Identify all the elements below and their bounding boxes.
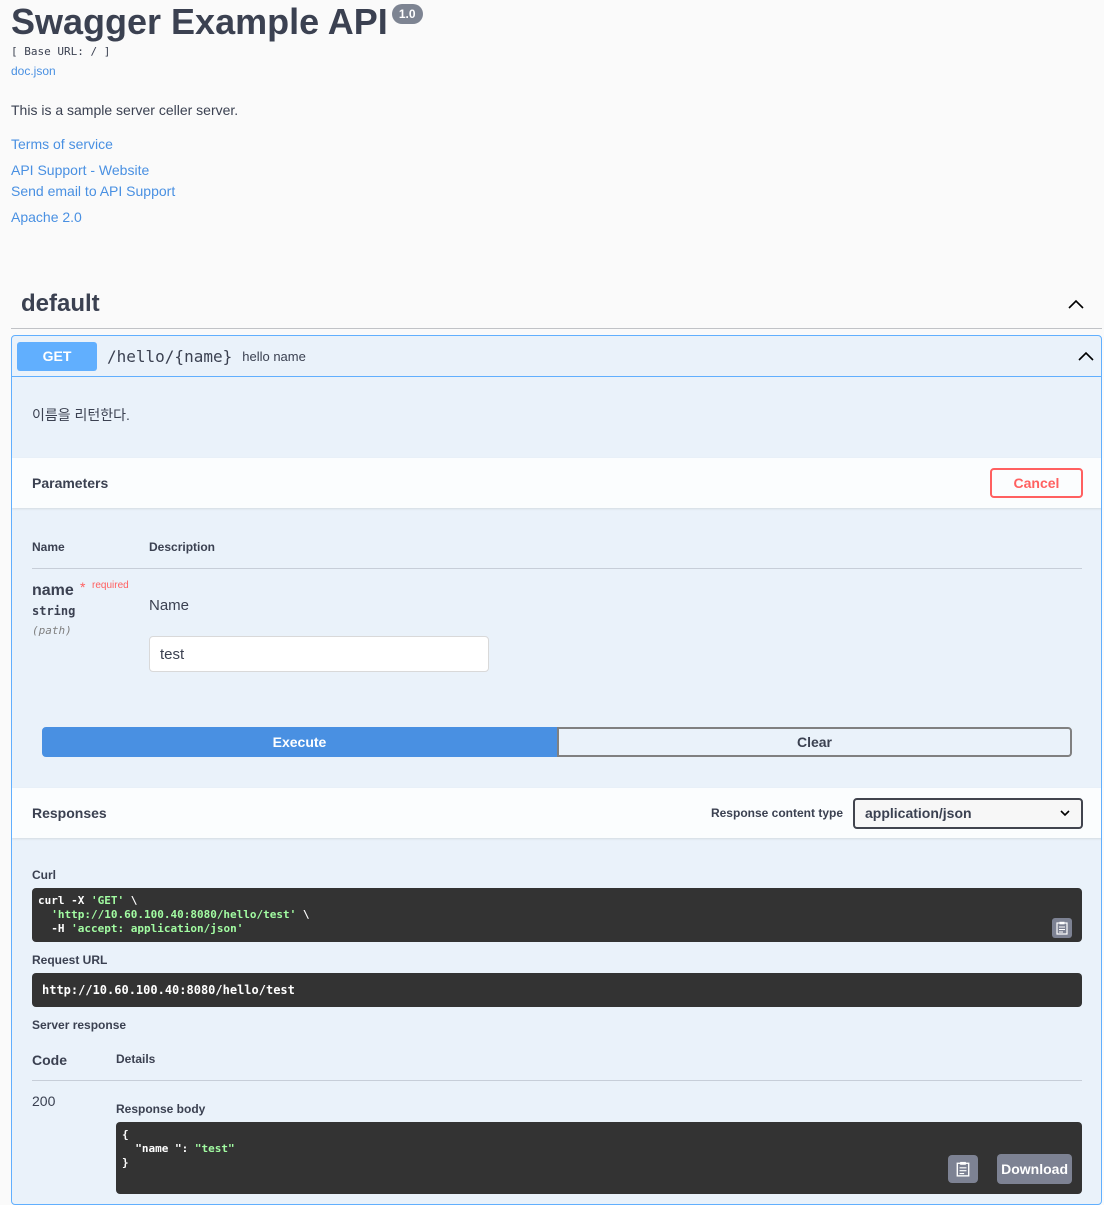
content-type-value: application/json [865,805,972,821]
body-line: "name ": "test" [122,1142,235,1155]
curl-line: 'http://10.60.100.40:8080/hello/test' \ [51,908,310,921]
chevron-down-icon [1060,810,1070,817]
curl-label: Curl [32,868,56,882]
opblock-get-hello: GET /hello/{name} hello name 이름을 리턴한다. P… [11,335,1102,1205]
response-body-label: Response body [116,1102,206,1116]
support-website-link[interactable]: API Support - Website [11,160,149,180]
response-body: { "name ": "test" } Download [116,1122,1082,1194]
col-description-header: Description [149,540,216,554]
body-line: { [122,1128,129,1141]
info-section: Swagger Example API 1.0 [ Base URL: / ] … [11,0,1091,79]
api-description: This is a sample server celler server. [11,102,239,118]
parameters-header: Parameters Cancel [12,458,1101,508]
tag-header-default[interactable]: default [11,280,1102,329]
name-param-input[interactable] [149,636,489,672]
base-url: [ Base URL: / ] [11,45,111,58]
chevron-up-icon[interactable] [1076,346,1096,366]
param-name: name [32,582,74,599]
content-type-label: Response content type [710,806,843,820]
curl-code: curl -X 'GET' \ 'http://10.60.100.40:808… [32,888,1082,942]
request-url: http://10.60.100.40:8080/hello/test [32,973,1082,1007]
clipboard-icon [956,1161,970,1177]
param-description: Name [149,597,190,614]
required-label: required [92,580,129,591]
operation-summary: hello name [242,348,306,364]
response-table-header: Code Details [32,1048,1082,1081]
download-button[interactable]: Download [997,1154,1072,1184]
curl-line: -H 'accept: application/json' [38,922,244,935]
request-url-label: Request URL [32,953,108,967]
param-type: string [32,604,76,618]
cancel-button[interactable]: Cancel [990,468,1083,498]
parameters-title: Parameters [32,475,109,491]
operation-description: 이름을 리턴한다. [32,407,130,423]
doc-json-link[interactable]: doc.json [11,63,1091,79]
tag-title: default [21,290,100,317]
body-line: } [122,1156,129,1169]
server-response-label: Server response [32,1018,127,1032]
execute-wrapper: Execute Clear [42,727,1072,757]
chevron-up-icon[interactable] [1066,294,1086,314]
version-badge: 1.0 [391,4,423,24]
api-title: Swagger Example API [11,1,388,42]
copy-to-clipboard-button[interactable] [1052,918,1072,938]
clear-button[interactable]: Clear [557,727,1072,757]
responses-title: Responses [32,805,107,821]
terms-link[interactable]: Terms of service [11,134,113,154]
param-in: (path) [32,624,72,637]
details-header: Details [116,1052,156,1066]
responses-header: Responses Response content type applicat… [12,788,1101,838]
support-email-link[interactable]: Send email to API Support [11,181,175,201]
parameters-table-header: Name Description [32,532,1082,569]
copy-to-clipboard-button[interactable] [948,1155,978,1183]
license-link[interactable]: Apache 2.0 [11,207,82,227]
content-type-wrapper: Response content type application/json [710,797,1083,829]
col-name-header: Name [32,540,65,554]
code-header: Code [32,1052,67,1068]
curl-line: curl -X 'GET' \ [38,894,138,907]
clipboard-icon [1056,921,1068,935]
execute-button[interactable]: Execute [42,727,557,757]
required-star: * [80,579,86,595]
operation-path: /hello/{name} [107,346,233,366]
response-code: 200 [32,1093,56,1109]
opblock-summary[interactable]: GET /hello/{name} hello name [12,336,1101,377]
content-type-select[interactable]: application/json [853,797,1083,829]
method-badge: GET [17,341,97,371]
